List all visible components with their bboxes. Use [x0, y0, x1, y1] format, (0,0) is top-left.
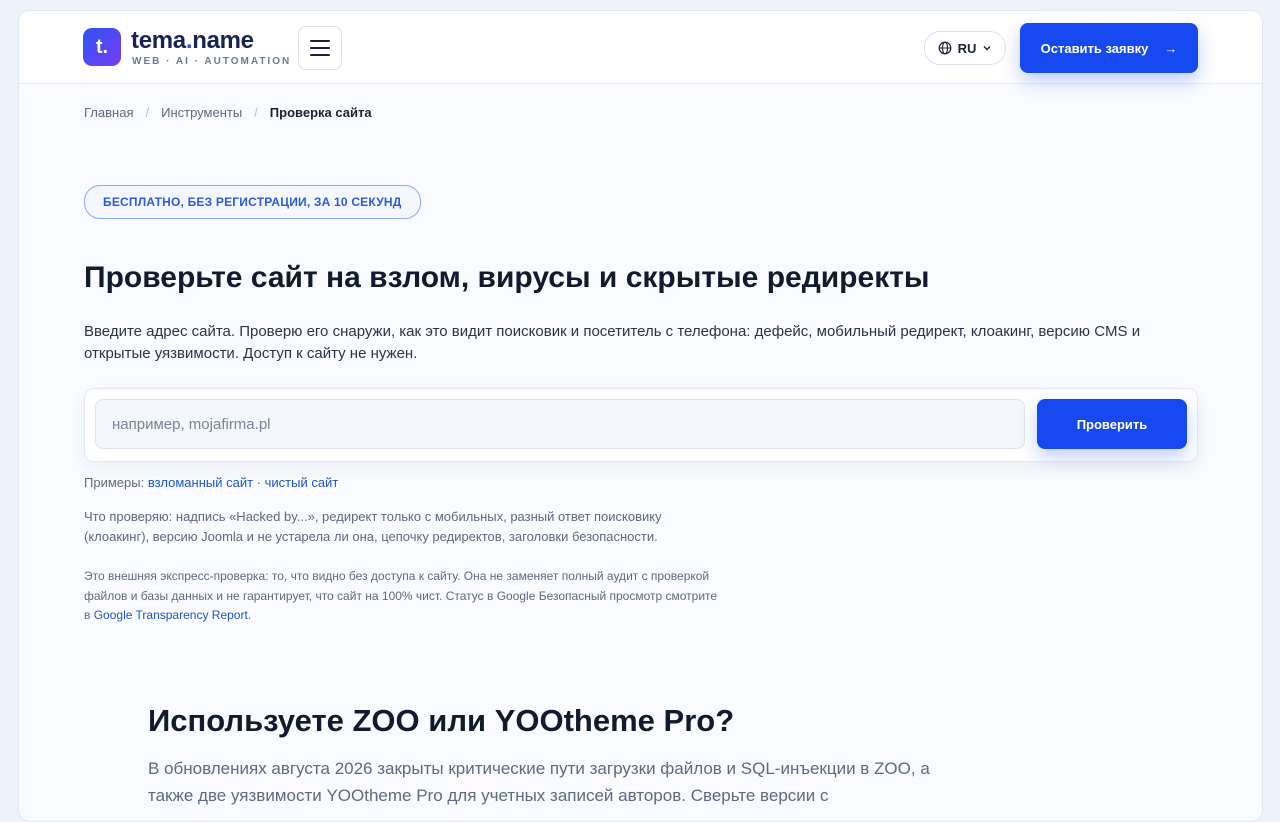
page-frame: t. tema.name WEB · AI · AUTOMATION RU Ос… [18, 10, 1263, 822]
what-we-check-text: Что проверяю: надпись «Hacked by...», ре… [84, 509, 662, 544]
menu-bar-icon [310, 47, 330, 49]
chevron-down-icon [983, 46, 991, 51]
request-button-label: Оставить заявку [1040, 40, 1149, 56]
free-badge: БЕСПЛАТНО, БЕЗ РЕГИСТРАЦИИ, ЗА 10 СЕКУНД [84, 185, 421, 219]
page-title: Проверьте сайт на взлом, вирусы и скрыты… [84, 261, 930, 294]
request-button[interactable]: Оставить заявку → [1020, 23, 1198, 73]
examples-separator: · [253, 475, 265, 490]
hamburger-menu-button[interactable] [298, 26, 342, 70]
breadcrumb-item-current: Проверка сайта [269, 105, 372, 120]
page-lead: Введите адрес сайта. Проверю его снаружи… [84, 323, 1141, 362]
example-link-clean[interactable]: чистый сайт [265, 475, 339, 490]
brand-tagline: WEB · AI · AUTOMATION [132, 56, 292, 67]
check-button[interactable]: Проверить [1037, 399, 1187, 449]
breadcrumb: Главная / Инструменты / Проверка сайта [84, 105, 372, 120]
top-navigation: t. tema.name WEB · AI · AUTOMATION RU Ос… [19, 11, 1262, 84]
example-link-hacked[interactable]: взломанный сайт [148, 475, 253, 490]
examples-line: Примеры: взломанный сайт · чистый сайт [84, 475, 338, 490]
language-switcher[interactable]: RU [924, 31, 1006, 65]
menu-bar-icon [310, 54, 330, 56]
menu-bar-icon [310, 40, 330, 42]
disclaimer-end: . [247, 608, 252, 622]
breadcrumb-item-home[interactable]: Главная [84, 105, 133, 120]
brand-name-main: tema [131, 27, 186, 54]
section-text: В обновлениях августа 2026 закрыты крити… [148, 759, 930, 805]
section-title: Используете ZOO или YOOtheme Pro? [148, 703, 735, 738]
site-url-input[interactable] [95, 399, 1025, 449]
transparency-report-link[interactable]: Google Transparency Report [94, 608, 248, 622]
url-check-form: Проверить [84, 388, 1198, 462]
breadcrumb-separator: / [254, 105, 258, 120]
logo-letter: t. [95, 35, 109, 58]
breadcrumb-item-tools[interactable]: Инструменты [161, 105, 242, 120]
breadcrumb-separator: / [145, 105, 150, 120]
brand-name-tld: name [192, 27, 254, 54]
examples-label: Примеры: [84, 475, 145, 490]
logo-icon[interactable]: t. [83, 28, 121, 66]
language-label: RU [957, 40, 977, 56]
disclaimer-text: Это внешняя экспресс-проверка: то, что в… [84, 567, 724, 626]
brand-name[interactable]: tema.name [131, 27, 254, 55]
globe-icon [938, 41, 952, 55]
arrow-right-icon: → [1164, 40, 1178, 56]
